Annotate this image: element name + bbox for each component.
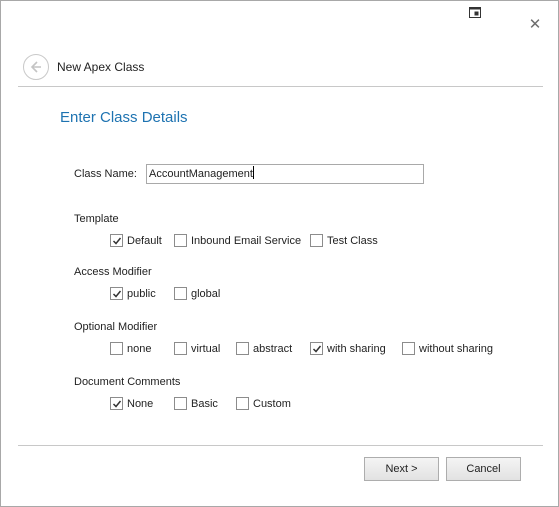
optional-none-checkbox[interactable]: none <box>110 342 151 355</box>
option-label: without sharing <box>419 342 493 355</box>
text-caret <box>252 166 254 179</box>
option-label: none <box>127 342 152 355</box>
checkbox-box[interactable] <box>110 342 123 355</box>
class-name-value: AccountManagement <box>149 168 253 180</box>
footer-divider <box>18 445 543 446</box>
checkbox-box[interactable] <box>174 234 187 247</box>
optional-without-sharing-checkbox[interactable]: without sharing <box>402 342 493 355</box>
back-arrow-icon <box>30 61 41 73</box>
option-label: Inbound Email Service <box>191 234 302 247</box>
cancel-button[interactable]: Cancel <box>446 457 521 481</box>
class-name-input[interactable]: AccountManagement <box>146 164 424 184</box>
checkbox-box[interactable] <box>174 342 187 355</box>
checkbox-box[interactable] <box>236 342 249 355</box>
option-label: Default <box>127 234 162 247</box>
option-label: None <box>127 397 154 410</box>
template-label: Template <box>74 213 119 225</box>
option-label: virtual <box>191 342 221 355</box>
access-modifier-label: Access Modifier <box>74 266 152 278</box>
checkmark-icon <box>312 345 322 353</box>
access-public-checkbox[interactable]: public <box>110 287 156 300</box>
option-label: public <box>127 287 156 300</box>
checkmark-icon <box>112 400 122 408</box>
checkbox-box[interactable] <box>174 397 187 410</box>
new-apex-class-dialog: ✕ New Apex Class Enter Class Details Cla… <box>0 0 559 507</box>
checkbox-box[interactable] <box>110 397 123 410</box>
checkbox-box[interactable] <box>310 234 323 247</box>
document-comments-label: Document Comments <box>74 376 181 388</box>
checkbox-box[interactable] <box>174 287 187 300</box>
dialog-header-title: New Apex Class <box>57 60 145 74</box>
option-label: Test Class <box>327 234 378 247</box>
comments-custom-checkbox[interactable]: Custom <box>236 397 291 410</box>
access-global-checkbox[interactable]: global <box>174 287 220 300</box>
checkbox-box[interactable] <box>110 234 123 247</box>
checkbox-box[interactable] <box>236 397 249 410</box>
close-icon[interactable]: ✕ <box>528 17 542 32</box>
option-label: Custom <box>253 397 291 410</box>
class-name-label: Class Name: <box>74 168 137 180</box>
comments-basic-checkbox[interactable]: Basic <box>174 397 218 410</box>
checkmark-icon <box>112 290 122 298</box>
checkbox-box[interactable] <box>310 342 323 355</box>
option-label: abstract <box>253 342 293 355</box>
checkmark-icon <box>112 237 122 245</box>
header-divider <box>18 86 543 87</box>
optional-abstract-checkbox[interactable]: abstract <box>236 342 292 355</box>
page-title: Enter Class Details <box>60 109 188 126</box>
restore-icon[interactable] <box>469 7 481 18</box>
optional-virtual-checkbox[interactable]: virtual <box>174 342 220 355</box>
back-button[interactable] <box>23 54 49 80</box>
comments-none-checkbox[interactable]: None <box>110 397 153 410</box>
checkbox-box[interactable] <box>402 342 415 355</box>
optional-with-sharing-checkbox[interactable]: with sharing <box>310 342 386 355</box>
checkbox-box[interactable] <box>110 287 123 300</box>
template-inbound-email-service-checkbox[interactable]: Inbound Email Service <box>174 234 301 247</box>
template-test-class-checkbox[interactable]: Test Class <box>310 234 378 247</box>
next-button[interactable]: Next > <box>364 457 439 481</box>
option-label: global <box>191 287 221 300</box>
template-default-checkbox[interactable]: Default <box>110 234 162 247</box>
optional-modifier-label: Optional Modifier <box>74 321 158 333</box>
option-label: with sharing <box>327 342 386 355</box>
option-label: Basic <box>191 397 218 410</box>
